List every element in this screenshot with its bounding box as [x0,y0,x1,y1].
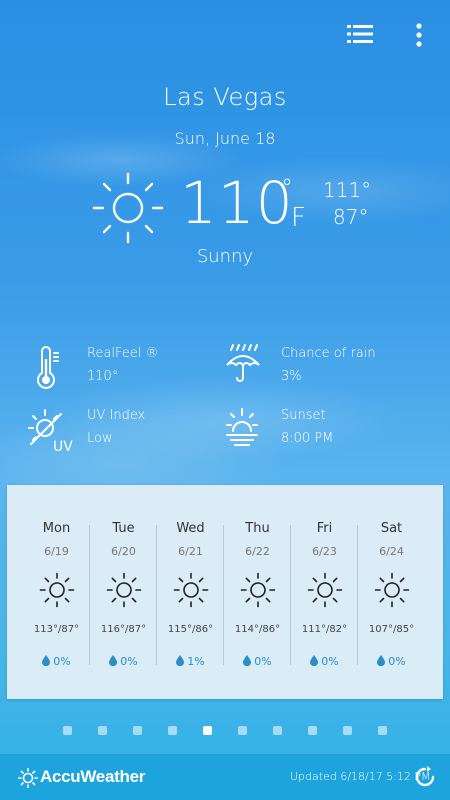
page-dot[interactable] [133,726,142,735]
sun-icon [106,572,142,608]
page-dot[interactable] [343,726,352,735]
forecast-day-date: 6/20 [111,545,136,558]
high-temperature: 111° [323,178,372,202]
rain-chance-value: 3% [281,369,302,384]
list-icon[interactable] [347,24,373,44]
raindrop-icon [176,655,185,666]
forecast-rain-chance: 0% [23,655,90,668]
raindrop-icon [310,655,319,666]
forecast-rain-value: 0% [388,655,406,668]
realfeel-label: RealFeel ® [87,346,159,361]
last-updated-text: Updated 6/18/17 5:12 PM [290,770,431,783]
page-dot[interactable] [238,726,247,735]
forecast-high-low: 111°/82° [301,624,348,635]
page-dot[interactable] [168,726,177,735]
forecast-rain-value: 1% [187,655,205,668]
forecast-high-low: 113°/87° [33,624,80,635]
current-temperature: 110 [180,169,294,237]
city-name: Las Vegas [163,83,287,111]
forecast-rain-value: 0% [321,655,339,668]
page-dot[interactable] [63,726,72,735]
uv-index-label: UV Index [87,408,146,423]
sunset-icon [226,408,258,446]
forecast-divider [156,525,157,665]
forecast-day-name: Mon [42,521,71,536]
raindrop-icon [243,655,252,666]
degree-symbol: ° [281,174,293,202]
forecast-day-date: 6/22 [245,545,270,558]
sun-icon [39,572,75,608]
page-dot[interactable] [98,726,107,735]
weather-condition: Sunny [196,246,254,267]
daily-forecast-panel[interactable]: Mon 6/19 113°/87° 0% Tue 6/20 116°/87° 0% Wed 6/2… [7,485,443,699]
forecast-rain-chance: 0% [358,655,425,668]
forecast-rain-chance: 0% [90,655,157,668]
forecast-day-date: 6/21 [178,545,203,558]
page-dot[interactable] [273,726,282,735]
forecast-day[interactable]: Thu 6/22 114°/86° 0% [224,485,291,699]
page-dot[interactable] [378,726,387,735]
forecast-day-name: Tue [112,521,135,536]
forecast-high-low: 116°/87° [100,624,147,635]
sun-icon [173,572,209,608]
forecast-rain-value: 0% [254,655,272,668]
temperature-unit[interactable]: F [291,203,306,233]
forecast-day-date: 6/19 [44,545,69,558]
forecast-rain-value: 0% [120,655,138,668]
page-indicator[interactable] [0,724,450,738]
more-vertical-icon[interactable] [412,22,426,48]
refresh-icon[interactable] [414,766,436,788]
svg-text:UV: UV [53,439,73,454]
forecast-rain-chance: 1% [157,655,224,668]
raindrop-icon [42,655,51,666]
footer-bar: AccuWeather Updated 6/18/17 5:12 PM [0,754,450,800]
forecast-divider [290,525,291,665]
forecast-high-low: 114°/86° [234,624,281,635]
forecast-divider [89,525,90,665]
rain-chance-label: Chance of rain [281,346,376,361]
realfeel-value: 110° [87,369,119,384]
forecast-rain-value: 0% [53,655,71,668]
forecast-day-name: Fri [316,521,333,536]
uv-index-value: Low [87,431,113,446]
forecast-rain-chance: 0% [224,655,291,668]
raindrop-icon [109,655,118,666]
forecast-divider [357,525,358,665]
uv-index-icon: UV [28,409,73,454]
page-dot[interactable] [203,726,212,735]
forecast-high-low: 115°/86° [167,624,214,635]
accuweather-logo-icon [18,768,38,788]
sun-icon [374,572,410,608]
umbrella-rain-icon [226,344,260,382]
forecast-day[interactable]: Sat 6/24 107°/85° 0% [358,485,425,699]
sun-icon [240,572,276,608]
brand-logo-text[interactable]: AccuWeather [40,767,145,787]
forecast-day[interactable]: Tue 6/20 116°/87° 0% [90,485,157,699]
forecast-day[interactable]: Mon 6/19 113°/87° 0% [23,485,90,699]
sunset-label: Sunset [281,408,326,423]
page-dot[interactable] [308,726,317,735]
raindrop-icon [377,655,386,666]
sunset-value: 8:00 PM [281,431,334,446]
forecast-day-date: 6/23 [312,545,337,558]
current-date: Sun, June 18 [174,129,276,148]
forecast-divider [223,525,224,665]
forecast-day[interactable]: Wed 6/21 115°/86° 1% [157,485,224,699]
forecast-day-name: Sat [380,521,403,536]
forecast-day-name: Thu [245,521,270,536]
forecast-rain-chance: 0% [291,655,358,668]
forecast-day[interactable]: Fri 6/23 111°/82° 0% [291,485,358,699]
forecast-day-date: 6/24 [379,545,404,558]
sun-icon [92,172,164,244]
thermometer-icon [37,346,59,389]
low-temperature: 87° [333,205,369,229]
sun-icon [307,572,343,608]
forecast-high-low: 107°/85° [368,624,415,635]
forecast-day-name: Wed [176,521,205,536]
